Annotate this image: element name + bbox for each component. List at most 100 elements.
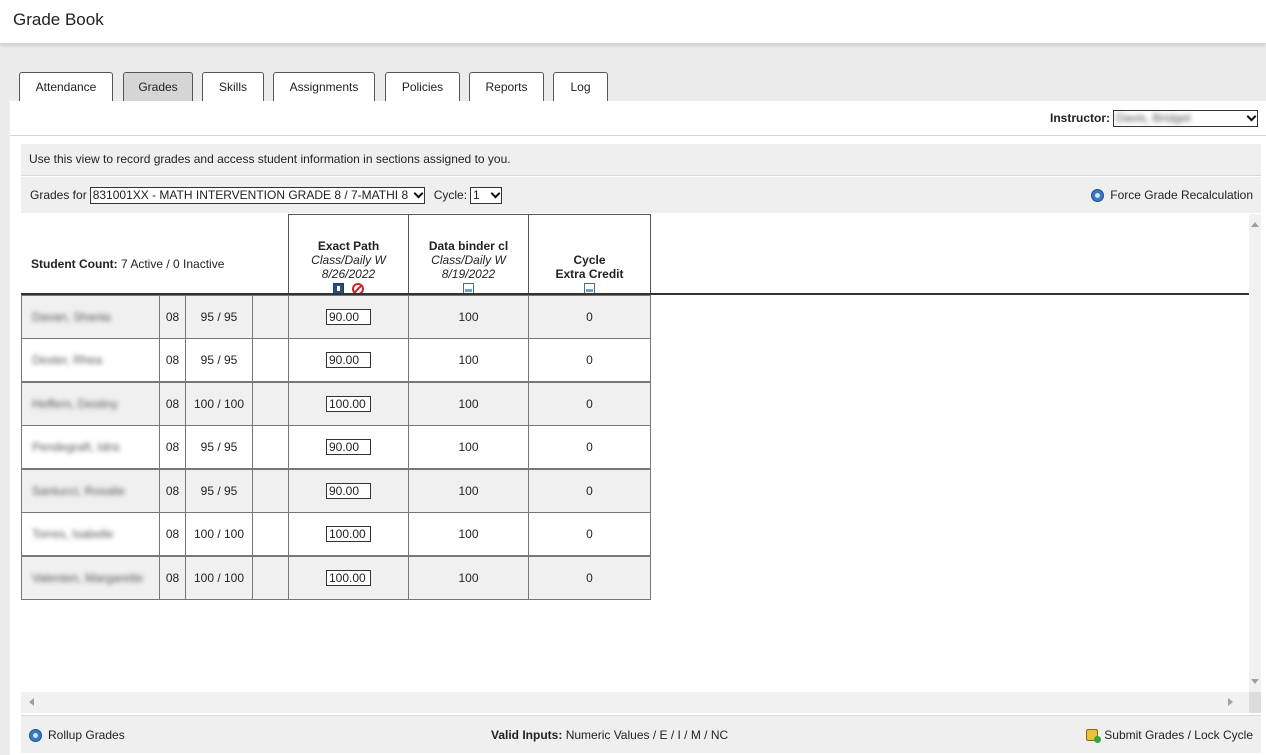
divider bbox=[10, 135, 1266, 136]
grade-input[interactable] bbox=[326, 352, 371, 368]
student-name-cell[interactable]: Dexter, Rhea bbox=[21, 338, 160, 382]
rollup-grades-link[interactable]: Rollup Grades bbox=[29, 728, 125, 742]
section-select[interactable]: 831001XX - MATH INTERVENTION GRADE 8 / 7… bbox=[89, 186, 425, 204]
valid-inputs: Valid Inputs: Numeric Values / E / I / M… bbox=[491, 728, 728, 742]
grade-level-cell: 08 bbox=[159, 556, 186, 600]
valid-inputs-label: Valid Inputs: bbox=[491, 728, 563, 742]
empty-cell bbox=[252, 295, 289, 339]
scroll-left-icon[interactable] bbox=[29, 698, 34, 706]
empty-cell bbox=[252, 425, 289, 469]
grade-level-cell: 08 bbox=[159, 338, 186, 382]
tab-skills[interactable]: Skills bbox=[202, 72, 264, 102]
tab-reports[interactable]: Reports bbox=[469, 72, 544, 102]
submit-grades-link[interactable]: Submit Grades / Lock Cycle bbox=[1086, 728, 1253, 743]
average-cell: 95 / 95 bbox=[185, 295, 253, 339]
column-category: Class/Daily W bbox=[431, 253, 506, 267]
column-title: Cycle bbox=[573, 253, 606, 267]
column-category: Extra Credit bbox=[555, 267, 624, 281]
tab-log[interactable]: Log bbox=[553, 72, 608, 102]
tab-policies[interactable]: Policies bbox=[385, 72, 460, 102]
student-name-cell[interactable]: Torres, Isabelle bbox=[21, 512, 160, 556]
extra-credit-cell[interactable]: 0 bbox=[528, 338, 651, 382]
student-name: Santucci, Rosalie bbox=[32, 484, 125, 498]
column-category: Class/Daily W bbox=[311, 253, 386, 267]
data-binder-cell[interactable]: 100 bbox=[408, 556, 529, 600]
table-row: Valenten, Margarette 08 100 / 100 100 0 bbox=[21, 556, 651, 600]
column-date: 8/19/2022 bbox=[441, 267, 496, 281]
tab-assignments[interactable]: Assignments bbox=[273, 72, 375, 102]
empty-cell bbox=[252, 512, 289, 556]
data-binder-cell[interactable]: 100 bbox=[408, 469, 529, 513]
grade-level-cell: 08 bbox=[159, 295, 186, 339]
grade-input[interactable] bbox=[326, 483, 371, 499]
table-row: Pendegraft, Idris 08 95 / 95 100 0 bbox=[21, 425, 651, 469]
scroll-right-icon[interactable] bbox=[1228, 698, 1233, 706]
data-binder-cell[interactable]: 100 bbox=[408, 425, 529, 469]
exact-path-cell bbox=[288, 469, 409, 513]
student-count-value: 7 Active / 0 Inactive bbox=[121, 257, 225, 271]
student-name-cell[interactable]: Santucci, Rosalie bbox=[21, 469, 160, 513]
data-binder-cell[interactable]: 100 bbox=[408, 512, 529, 556]
table-row: Heffern, Destiny 08 100 / 100 100 0 bbox=[21, 382, 651, 426]
column-date: 8/26/2022 bbox=[321, 267, 376, 281]
table-row: Davan, Shania 08 95 / 95 100 0 bbox=[21, 295, 651, 339]
scroll-down-icon[interactable] bbox=[1251, 679, 1259, 684]
page-title: Grade Book bbox=[13, 10, 104, 29]
recalculate-icon bbox=[1091, 188, 1105, 202]
grid-header-left: Student Count: 7 Active / 0 Inactive bbox=[21, 214, 288, 294]
student-name-cell[interactable]: Valenten, Margarette bbox=[21, 556, 160, 600]
exact-path-cell bbox=[288, 556, 409, 600]
column-header-extra-credit[interactable]: Cycle Extra Credit bbox=[528, 214, 651, 294]
section-value: 831001XX - MATH INTERVENTION GRADE 8 / 7… bbox=[92, 188, 409, 202]
exact-path-cell bbox=[288, 512, 409, 556]
grade-input[interactable] bbox=[326, 439, 371, 455]
tab-attendance[interactable]: Attendance bbox=[19, 72, 113, 102]
student-name-cell[interactable]: Pendegraft, Idris bbox=[21, 425, 160, 469]
valid-inputs-value: Numeric Values / E / I / M / NC bbox=[565, 728, 729, 742]
grade-input[interactable] bbox=[326, 309, 371, 325]
grade-grid: Student Count: 7 Active / 0 Inactive Exa… bbox=[21, 214, 1249, 692]
extra-credit-cell[interactable]: 0 bbox=[528, 295, 651, 339]
extra-credit-cell[interactable]: 0 bbox=[528, 556, 651, 600]
average-cell: 95 / 95 bbox=[185, 338, 253, 382]
data-binder-cell[interactable]: 100 bbox=[408, 338, 529, 382]
data-binder-cell[interactable]: 100 bbox=[408, 295, 529, 339]
column-header-exact-path[interactable]: Exact Path Class/Daily W 8/26/2022 bbox=[288, 214, 409, 294]
horizontal-scrollbar[interactable] bbox=[21, 692, 1249, 713]
cycle-select[interactable]: 1 bbox=[470, 186, 503, 204]
student-count: Student Count: 7 Active / 0 Inactive bbox=[31, 257, 224, 271]
instructor-label: Instructor: bbox=[1050, 111, 1110, 125]
info-bar: Use this view to record grades and acces… bbox=[21, 144, 1261, 176]
extra-credit-cell[interactable]: 0 bbox=[528, 425, 651, 469]
grade-input[interactable] bbox=[326, 526, 371, 542]
extra-credit-cell[interactable]: 0 bbox=[528, 512, 651, 556]
student-name-cell[interactable]: Heffern, Destiny bbox=[21, 382, 160, 426]
filter-bar: Grades for 831001XX - MATH INTERVENTION … bbox=[21, 177, 1261, 213]
student-name-cell[interactable]: Davan, Shania bbox=[21, 295, 160, 339]
extra-credit-cell[interactable]: 0 bbox=[528, 382, 651, 426]
data-binder-cell[interactable]: 100 bbox=[408, 382, 529, 426]
average-cell: 95 / 95 bbox=[185, 469, 253, 513]
empty-cell bbox=[252, 382, 289, 426]
info-text: Use this view to record grades and acces… bbox=[29, 152, 511, 166]
extra-credit-cell[interactable]: 0 bbox=[528, 469, 651, 513]
grade-level-cell: 08 bbox=[159, 425, 186, 469]
student-name: Pendegraft, Idris bbox=[32, 440, 121, 454]
average-cell: 100 / 100 bbox=[185, 382, 253, 426]
grades-for-label: Grades for bbox=[30, 188, 87, 202]
force-recalc-link[interactable]: Force Grade Recalculation bbox=[1091, 188, 1253, 202]
empty-cell bbox=[252, 469, 289, 513]
vertical-scrollbar[interactable] bbox=[1249, 214, 1261, 692]
scroll-up-icon[interactable] bbox=[1251, 222, 1259, 227]
grade-level-cell: 08 bbox=[159, 382, 186, 426]
grade-input[interactable] bbox=[326, 396, 371, 412]
tab-grades[interactable]: Grades bbox=[123, 72, 193, 102]
column-title: Data binder cl bbox=[428, 239, 509, 253]
empty-cell bbox=[252, 338, 289, 382]
grade-level-cell: 08 bbox=[159, 512, 186, 556]
table-row: Santucci, Rosalie 08 95 / 95 100 0 bbox=[21, 469, 651, 513]
instructor-select[interactable]: Davis, Bridget bbox=[1113, 109, 1258, 127]
grade-input[interactable] bbox=[326, 570, 371, 586]
column-header-data-binder[interactable]: Data binder cl Class/Daily W 8/19/2022 bbox=[408, 214, 529, 294]
instructor-value: Davis, Bridget bbox=[1116, 111, 1191, 125]
